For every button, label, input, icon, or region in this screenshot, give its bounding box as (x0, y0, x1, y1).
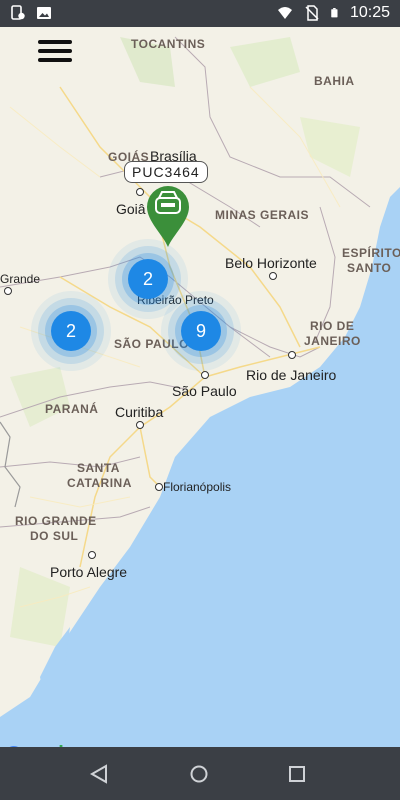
vehicle-marker[interactable] (145, 185, 191, 249)
city-label-florianopolis: Florianópolis (163, 480, 232, 494)
region-label-rio-grande-do-sul-2: DO SUL (30, 529, 79, 543)
city-label-grande: Grande (0, 272, 41, 286)
city-label-porto-alegre: Porto Alegre (50, 564, 128, 580)
region-label-santa-catarina-1: SANTA (77, 461, 120, 475)
city-dot-florianopolis (155, 483, 163, 491)
city-label-goiania: Goiâ (116, 201, 146, 217)
city-dot-rio-de-janeiro (288, 351, 296, 359)
map-view[interactable]: TOCANTINS BAHIA GOIÁS MINAS GERAIS ESPÍR… (0, 27, 400, 747)
region-label-bahia: BAHIA (314, 74, 355, 88)
city-dot-grande (4, 287, 12, 295)
city-dot-sao-paulo (201, 371, 209, 379)
city-label-sao-paulo: São Paulo (172, 383, 237, 399)
region-label-santa-catarina-2: CATARINA (67, 476, 132, 490)
region-label-rio-de-janeiro-2: JANEIRO (304, 334, 361, 348)
recents-icon[interactable] (284, 761, 310, 787)
home-icon[interactable] (186, 761, 212, 787)
city-dot-belo-horizonte (269, 272, 277, 280)
hamburger-icon (38, 40, 72, 44)
region-label-parana: PARANÁ (45, 402, 99, 416)
region-label-espirito-santo-2: SANTO (347, 261, 392, 275)
region-label-espirito-santo-1: ESPÍRITO (342, 246, 400, 260)
region-label-rio-grande-do-sul-1: RIO GRANDE (15, 514, 97, 528)
city-dot-curitiba (136, 421, 144, 429)
vehicle-plate-label[interactable]: PUC3464 (124, 161, 208, 183)
wifi-icon (277, 7, 292, 19)
city-label-belo-horizonte: Belo Horizonte (225, 255, 317, 271)
city-dot-goiania (136, 188, 144, 196)
region-label-sao-paulo: SÃO PAULO (114, 337, 189, 351)
region-label-rio-de-janeiro-1: RIO DE (310, 319, 355, 333)
status-bar: 10:25 (0, 0, 400, 27)
city-label-curitiba: Curitiba (115, 404, 164, 420)
back-icon[interactable] (86, 761, 112, 787)
region-label-tocantins: TOCANTINS (131, 37, 206, 51)
navigation-bar (0, 747, 400, 800)
no-sim-icon (305, 5, 319, 21)
city-dot-porto-alegre (88, 551, 96, 559)
cluster-marker[interactable]: 9 (181, 311, 221, 351)
city-label-rio-de-janeiro: Rio de Janeiro (246, 367, 337, 383)
cluster-marker[interactable]: 2 (128, 259, 168, 299)
clock-time: 10:25 (349, 4, 390, 21)
menu-button[interactable] (36, 40, 78, 68)
image-icon (37, 7, 51, 19)
battery-icon (331, 8, 338, 18)
notification-app-icon (11, 5, 25, 20)
region-label-minas-gerais: MINAS GERAIS (215, 208, 310, 222)
cluster-marker[interactable]: 2 (51, 311, 91, 351)
